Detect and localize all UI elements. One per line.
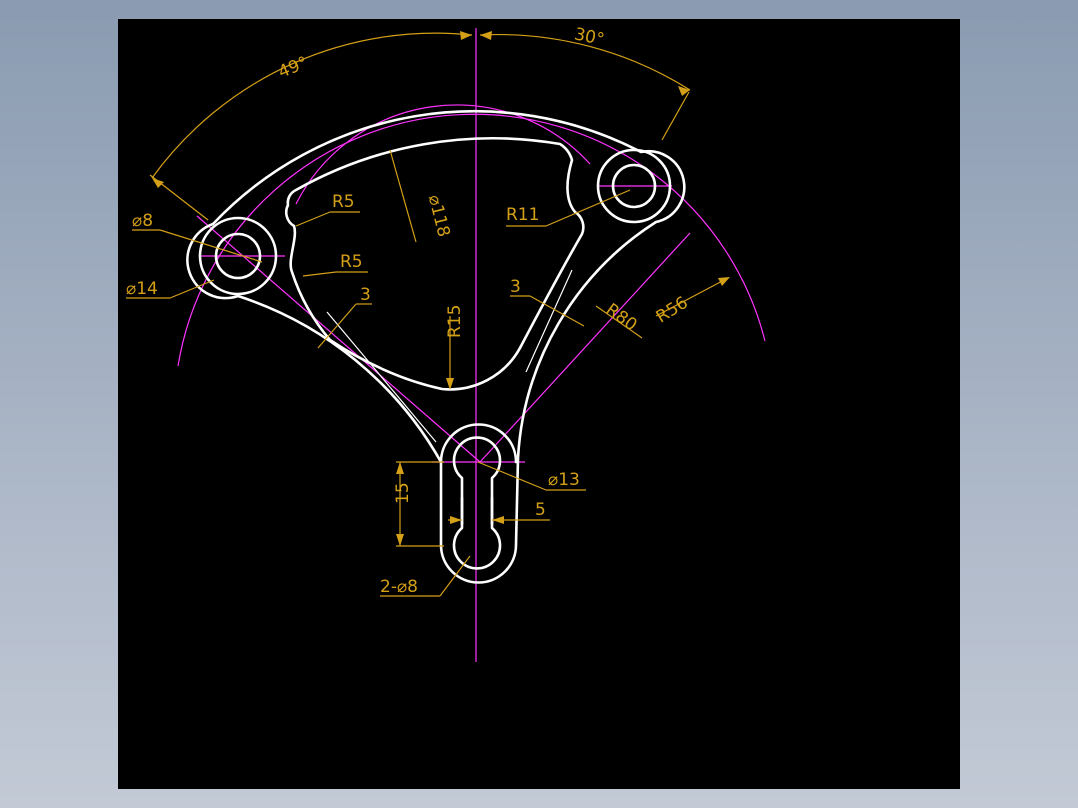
angle-right-arrow-a	[480, 31, 492, 40]
wall-left-label: 3	[360, 285, 371, 305]
arc-outer-label: R80	[602, 300, 641, 336]
inner-boundary	[285, 137, 585, 391]
wall-line-left	[326, 311, 437, 443]
d118-leader	[389, 149, 417, 243]
fillet-right-label: R11	[506, 205, 539, 225]
r11-leader	[545, 189, 631, 227]
angle-left-label: 49°	[276, 53, 311, 83]
boss-left-label: ⌀14	[126, 279, 158, 299]
boss-bottom-label: ⌀13	[548, 470, 580, 490]
slot-len-arrow-top	[396, 462, 404, 474]
hole-left-label: ⌀8	[132, 211, 153, 231]
slot-length-label: 15	[393, 482, 413, 504]
wall-right-label: 3	[510, 277, 521, 297]
outer-boundary	[186, 109, 686, 584]
radial-centerline-right	[479, 232, 691, 463]
dimension-labels: 49° 30° ⌀8 ⌀14 R5 R5 ⌀118 R11 3 3 R15 R8…	[126, 24, 692, 597]
fillet-lower-label: R5	[340, 252, 363, 272]
r56-arrow	[718, 277, 730, 286]
wall-right-dimline	[529, 295, 585, 327]
pitch-circle-label: ⌀118	[424, 193, 454, 239]
slot-holes-label: 2-⌀8	[380, 577, 418, 597]
bottom-boss-arc	[439, 423, 518, 464]
slot-width-arrow-right	[492, 516, 504, 524]
radial-centerline-left	[196, 215, 481, 463]
angle-right-label: 30°	[572, 24, 606, 50]
d14-leader	[169, 279, 215, 299]
angle-left-arrow-a	[152, 178, 164, 188]
cad-drawing: 49° 30° ⌀8 ⌀14 R5 R5 ⌀118 R11 3 3 R15 R8…	[126, 24, 766, 662]
r5-lower-leader	[302, 271, 337, 277]
angle-left-dimline	[151, 32, 473, 179]
dimension-lines	[126, 31, 730, 597]
pitch-arc-centerline	[177, 113, 766, 367]
angle-right-ext	[661, 91, 690, 141]
part-outline	[186, 109, 686, 584]
angle-left-arrow-b	[460, 31, 472, 40]
arc-pitch-label: R56	[653, 293, 692, 328]
d13-leader	[477, 461, 547, 491]
fillet-upper-label: R5	[332, 192, 355, 212]
r5-upper-leader	[295, 211, 331, 227]
fillet-bottom-label: R15	[445, 305, 465, 338]
slot-width-label: 5	[535, 500, 546, 520]
slot-width-arrow-left	[450, 516, 462, 524]
slot-len-arrow-bottom	[396, 534, 404, 546]
inner-pitch-arc	[295, 104, 591, 205]
